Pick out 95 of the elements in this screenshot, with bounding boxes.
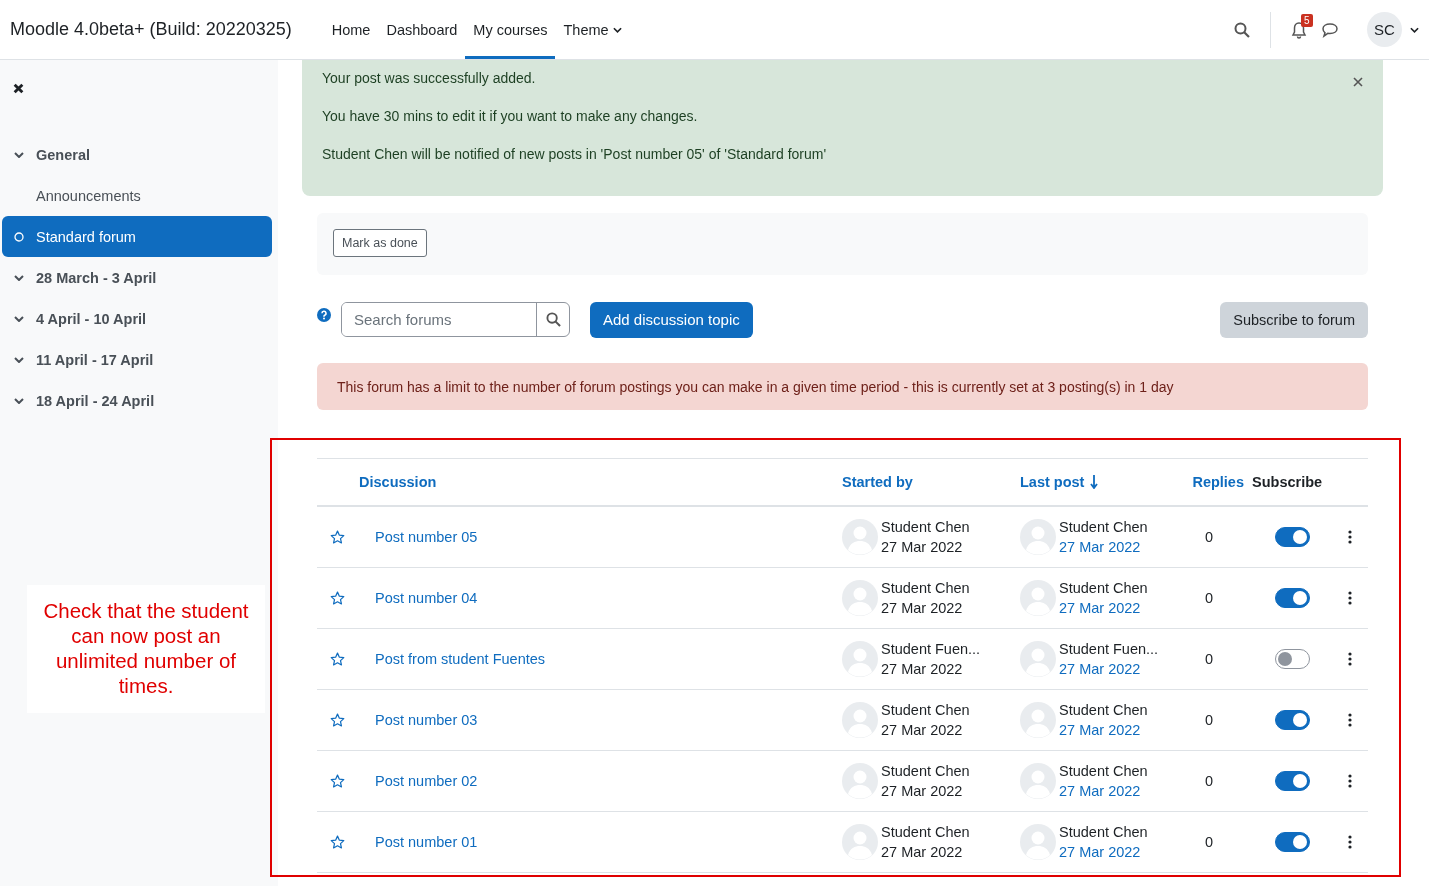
- subscribe-toggle[interactable]: [1274, 527, 1310, 547]
- author-name: Student Chen: [1059, 579, 1148, 598]
- author-name: Student Chen: [881, 823, 970, 842]
- star-icon[interactable]: [330, 712, 345, 728]
- more-menu-icon[interactable]: [1348, 835, 1352, 849]
- post-date-link[interactable]: 27 Mar 2022: [1059, 781, 1148, 801]
- chevron-down-icon: [14, 356, 24, 363]
- star-icon[interactable]: [330, 773, 345, 789]
- more-menu-icon[interactable]: [1348, 530, 1352, 544]
- section-item[interactable]: 18 April - 24 April: [2, 380, 272, 421]
- discussion-link[interactable]: Post number 04: [359, 590, 842, 606]
- discussion-link[interactable]: Post from student Fuentes: [359, 651, 842, 667]
- chevron-down-icon: [14, 315, 24, 322]
- caret-icon: [612, 26, 622, 33]
- column-header: Subscribe: [1252, 474, 1324, 490]
- discussion-link[interactable]: Post number 05: [359, 529, 842, 545]
- author-name: Student Chen: [881, 518, 970, 537]
- more-menu-icon[interactable]: [1348, 591, 1352, 605]
- help-icon[interactable]: [317, 307, 331, 322]
- author-name: Student Chen: [881, 701, 970, 720]
- more-menu-icon[interactable]: [1348, 713, 1352, 727]
- reply-count: 0: [1203, 651, 1215, 667]
- more-menu-icon[interactable]: [1348, 774, 1352, 788]
- subscribe-toggle[interactable]: [1274, 771, 1310, 791]
- annotation-text: Check that the student can now post an unlimited number of times.: [42, 598, 250, 698]
- chevron-down-icon: [14, 397, 24, 404]
- post-date: 27 Mar 2022: [881, 660, 964, 679]
- star-icon[interactable]: [330, 529, 345, 545]
- search-field[interactable]: Search forums: [341, 302, 570, 337]
- activity-item[interactable]: Standard forum: [2, 216, 272, 257]
- post-date-link[interactable]: 27 Mar 2022: [1059, 842, 1148, 862]
- author-name: Student Chen: [1059, 762, 1148, 781]
- author-name: Student Chen: [881, 762, 970, 781]
- alert-message: You have 30 mins to edit it if you want to make any changes.: [322, 108, 699, 125]
- subscribe-toggle[interactable]: [1274, 649, 1310, 669]
- caret-icon[interactable]: [1410, 26, 1419, 33]
- chat-bubble-icon[interactable]: [1321, 21, 1339, 38]
- post-date-link[interactable]: 27 Mar 2022: [1059, 720, 1148, 740]
- subscribe-toggle[interactable]: [1274, 710, 1310, 730]
- post-date-link[interactable]: 27 Mar 2022: [1059, 537, 1148, 557]
- post-date: 27 Mar 2022: [881, 782, 964, 801]
- author-name: Student Fuen...: [1059, 640, 1159, 659]
- star-icon[interactable]: [330, 651, 345, 667]
- notification-count: 5: [1301, 13, 1313, 27]
- chevron-down-icon: [14, 151, 24, 158]
- site-name[interactable]: Moodle 4.0beta+ (Build: 20220325): [10, 19, 292, 40]
- column-header[interactable]: Discussion: [359, 474, 842, 490]
- section-item[interactable]: General: [2, 134, 272, 175]
- subscribe-button[interactable]: Subscribe to forum: [1220, 301, 1368, 338]
- reply-count: 0: [1203, 529, 1215, 545]
- reply-count: 0: [1203, 712, 1215, 728]
- nav-link[interactable]: Home: [323, 0, 379, 59]
- discussion-link[interactable]: Post number 02: [359, 773, 842, 789]
- nav-link[interactable]: Dashboard: [378, 0, 466, 59]
- more-menu-icon[interactable]: [1348, 652, 1352, 666]
- author-name: Student Chen: [1059, 701, 1148, 720]
- post-date-link[interactable]: 27 Mar 2022: [1059, 598, 1148, 618]
- author-name: Student Chen: [881, 579, 970, 598]
- section-item[interactable]: 11 April - 17 April: [2, 339, 272, 380]
- reply-count: 0: [1203, 834, 1215, 850]
- reply-count: 0: [1203, 773, 1215, 789]
- discussion-link[interactable]: Post number 03: [359, 712, 842, 728]
- nav-link[interactable]: Theme: [555, 0, 630, 59]
- author-name: Student Chen: [1059, 823, 1148, 842]
- column-header[interactable]: Started by: [842, 474, 1020, 490]
- user-avatar[interactable]: SC: [1367, 12, 1402, 47]
- alert-message: Student Chen will be notified of new posts in 'Post number 05' of 'Standard forum': [322, 146, 828, 163]
- search-icon[interactable]: [1234, 21, 1250, 38]
- alert-message: This forum has a limit to the number of forum postings you can make in a given time period - this is currently set at 3 posting(s) in 1 day: [337, 378, 1174, 395]
- circle-icon: [14, 231, 24, 242]
- close-icon[interactable]: [13, 83, 24, 94]
- subscribe-toggle[interactable]: [1274, 588, 1310, 608]
- post-date: 27 Mar 2022: [881, 721, 964, 740]
- add-discussion-button[interactable]: Add discussion topic: [590, 301, 753, 338]
- author-name: Student Chen: [1059, 518, 1148, 537]
- section-item[interactable]: 4 April - 10 April: [2, 298, 272, 339]
- chevron-down-icon: [14, 274, 24, 281]
- post-date: 27 Mar 2022: [881, 843, 964, 862]
- search-icon[interactable]: [545, 312, 561, 327]
- reply-count: 0: [1203, 590, 1215, 606]
- star-icon[interactable]: [330, 834, 345, 850]
- discussion-link[interactable]: Post number 01: [359, 834, 842, 850]
- column-header[interactable]: Replies: [1180, 474, 1252, 490]
- alert-message: Your post was successfully added.: [322, 70, 537, 87]
- mark-as-done-button[interactable]: Mark as done: [333, 229, 427, 257]
- sort-down-arrow-icon: [1090, 475, 1099, 489]
- star-icon[interactable]: [330, 590, 345, 606]
- section-item[interactable]: 28 March - 3 April: [2, 257, 272, 298]
- author-name: Student Fuen...: [881, 640, 981, 659]
- activity-item[interactable]: Announcements: [2, 175, 272, 216]
- subscribe-toggle[interactable]: [1274, 832, 1310, 852]
- post-date: 27 Mar 2022: [881, 599, 964, 618]
- column-header[interactable]: Last post: [1020, 474, 1180, 490]
- post-date: 27 Mar 2022: [881, 538, 964, 557]
- post-date-link[interactable]: 27 Mar 2022: [1059, 659, 1159, 679]
